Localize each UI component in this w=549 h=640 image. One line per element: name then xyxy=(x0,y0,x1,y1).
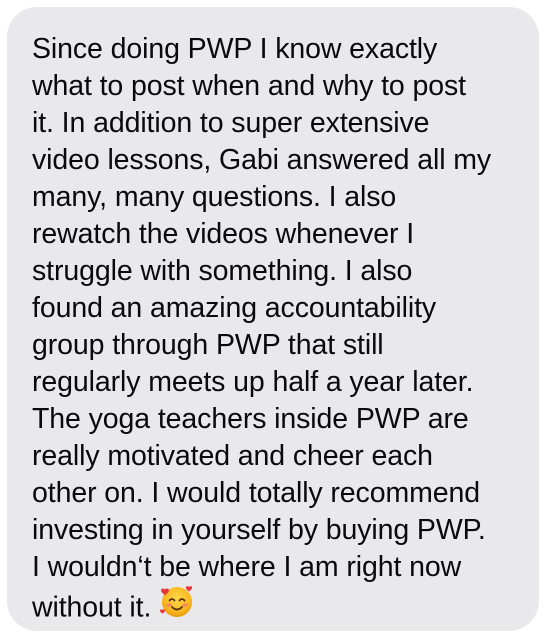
message-line: group through PWP that still xyxy=(32,329,384,361)
message-line: struggle with something. I also xyxy=(32,255,413,287)
message-line: found an amazing accountability xyxy=(32,292,437,324)
message-line: it. In addition to super extensive xyxy=(32,107,430,139)
screenshot-canvas: Since doing PWP I know exactly what to p… xyxy=(0,0,549,640)
message-line: The yoga teachers inside PWP are xyxy=(32,403,469,435)
message-line: Since doing PWP I know exactly xyxy=(32,33,438,65)
message-line: I wouldn‘t be where I am right now xyxy=(32,551,462,583)
message-text: Since doing PWP I know exactly what to p… xyxy=(32,31,521,632)
smiling-face-with-hearts-icon xyxy=(159,583,195,629)
message-bubble: Since doing PWP I know exactly what to p… xyxy=(7,7,539,631)
message-line-last: without it. xyxy=(32,586,521,632)
message-line-text: without it. xyxy=(32,591,152,624)
message-line: investing in yourself by buying PWP. xyxy=(32,514,486,546)
message-line: other on. I would totally recommend xyxy=(32,477,480,509)
message-line: regularly meets up half a year later. xyxy=(32,366,474,398)
message-line: what to post when and why to post xyxy=(32,70,466,102)
message-line: video lessons, Gabi answered all my xyxy=(32,144,492,176)
message-line: many, many questions. I also xyxy=(32,181,397,213)
message-line: rewatch the videos whenever I xyxy=(32,218,415,250)
message-line: really motivated and cheer each xyxy=(32,440,433,472)
